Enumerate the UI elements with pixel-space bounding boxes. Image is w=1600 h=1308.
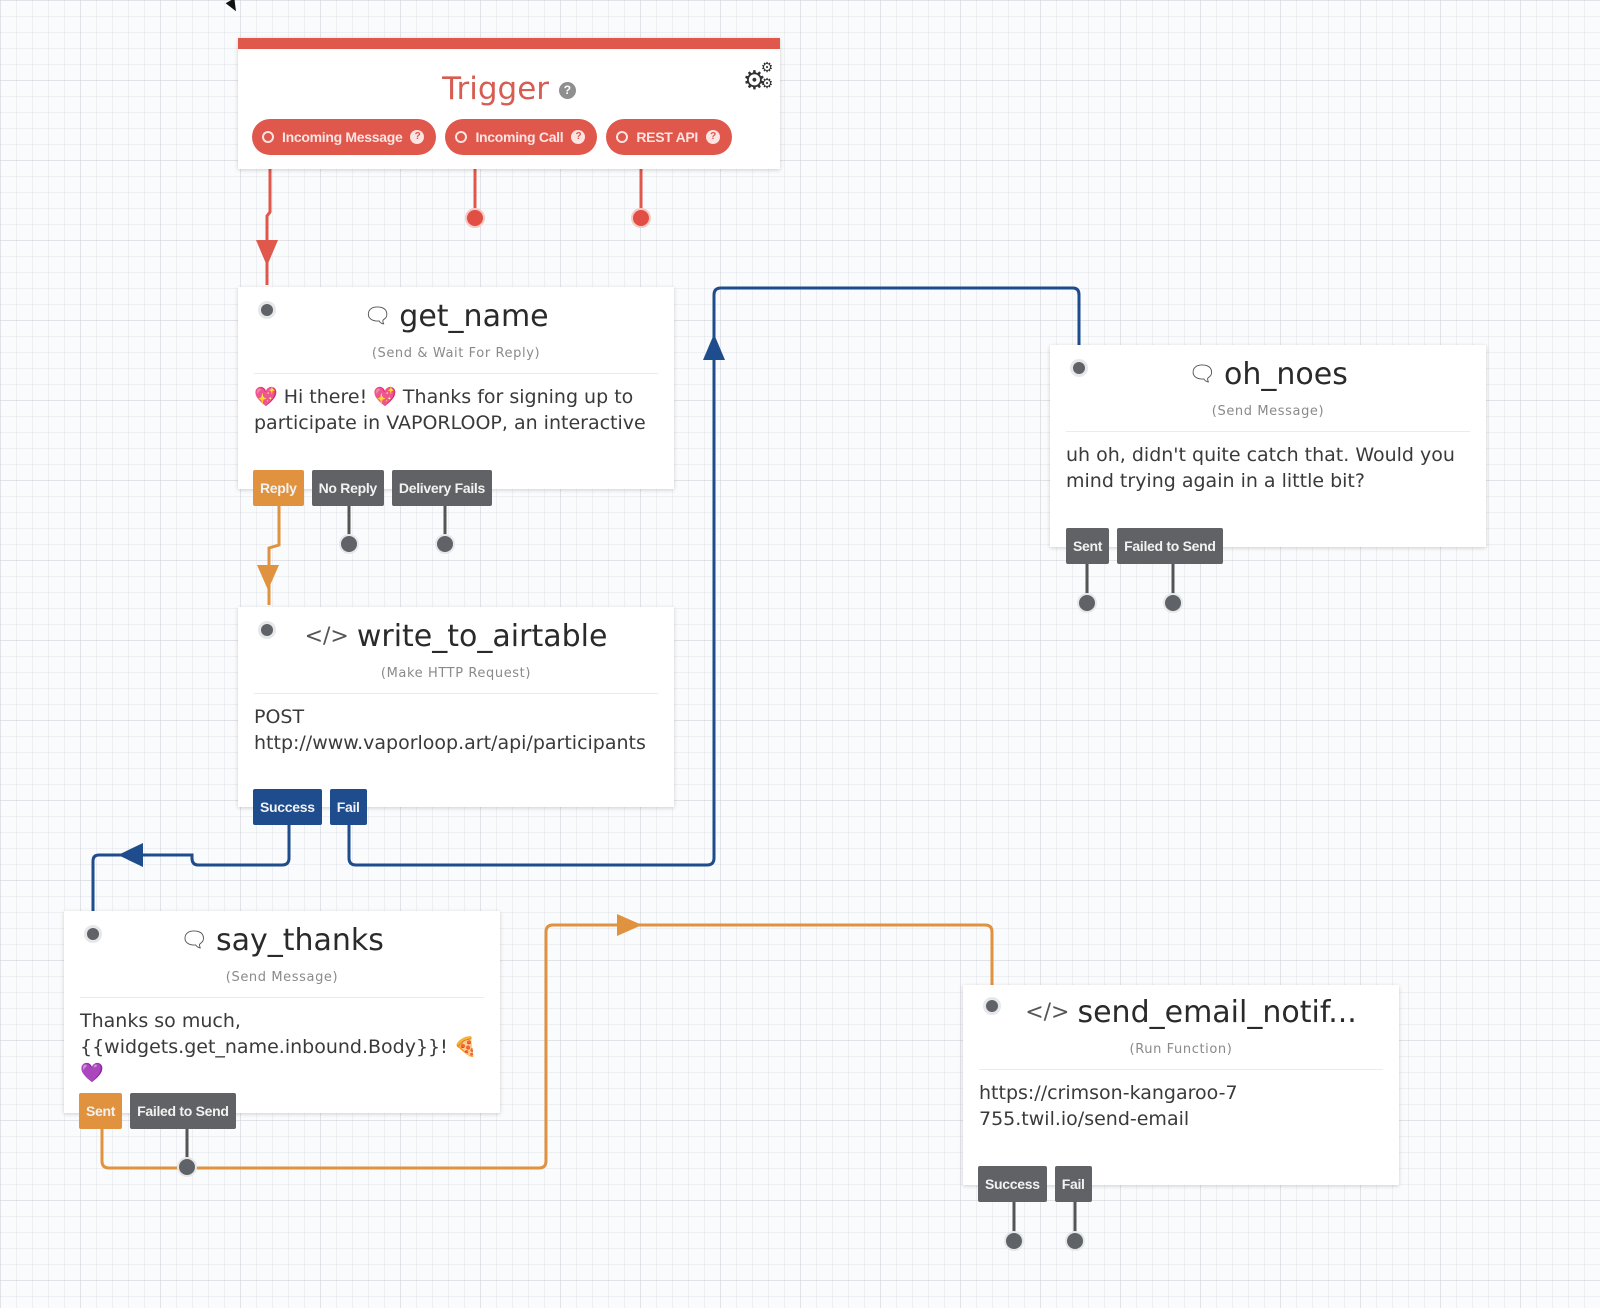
port-endpoint-oh-noes-sent[interactable] bbox=[1077, 593, 1097, 613]
widget-say-thanks[interactable]: 🗨 say_thanks (Send Message) Thanks so mu… bbox=[64, 911, 500, 1113]
widget-name: get_name bbox=[399, 299, 549, 334]
widget-body: 💖 Hi there! 💖 Thanks for signing up to p… bbox=[254, 386, 646, 434]
trigger-pills: Incoming Message ? Incoming Call ? REST … bbox=[252, 119, 733, 155]
divider bbox=[80, 997, 484, 998]
body-line: {{widgets.get_name.inbound.Body}}! 🍕💜 bbox=[80, 1036, 478, 1084]
http-method: POST bbox=[254, 706, 305, 728]
widget-get-name[interactable]: 🗨 get_name (Send & Wait For Reply) 💖 Hi … bbox=[238, 287, 674, 489]
question-circle-icon[interactable]: ? bbox=[410, 130, 425, 144]
oh-noes-ports: Sent Failed to Send bbox=[1066, 528, 1223, 564]
question-circle-icon[interactable]: ? bbox=[706, 130, 721, 144]
trigger-pill-incoming-call[interactable]: Incoming Call ? bbox=[445, 119, 598, 155]
widget-type: (Send Message) bbox=[1211, 404, 1325, 419]
port-sent[interactable]: Sent bbox=[79, 1093, 123, 1129]
widget-send-email-notif[interactable]: </> send_email_notif... (Run Function) h… bbox=[963, 985, 1399, 1185]
input-port[interactable] bbox=[258, 301, 276, 319]
trigger-title: Trigger ? bbox=[238, 71, 780, 107]
widget-body: Thanks so much, {{widgets.get_name.inbou… bbox=[64, 1008, 500, 1086]
radio-ring-icon bbox=[455, 131, 468, 143]
widget-title: 🗨 say_thanks bbox=[64, 911, 500, 958]
http-url: http://www.vaporloop.art/api/participant… bbox=[254, 732, 646, 754]
chat-bubbles-icon: 🗨 bbox=[363, 304, 392, 329]
widget-name: write_to_airtable bbox=[356, 619, 608, 654]
port-endpoint-send-email-success[interactable] bbox=[1004, 1231, 1024, 1251]
widget-type: (Make HTTP Request) bbox=[380, 666, 532, 681]
say-thanks-ports: Sent Failed to Send bbox=[79, 1093, 236, 1129]
port-endpoint-delivery-fails[interactable] bbox=[435, 534, 455, 554]
widget-title: </> send_email_notif... bbox=[963, 985, 1399, 1030]
port-endpoint-incoming-call[interactable] bbox=[465, 208, 485, 228]
input-port[interactable] bbox=[983, 997, 1001, 1015]
widget-body: POST http://www.vaporloop.art/api/partic… bbox=[238, 704, 674, 756]
wire-incoming-message-to-get-name[interactable] bbox=[256, 150, 278, 285]
widget-name: oh_noes bbox=[1224, 357, 1348, 392]
port-endpoint-say-thanks-failed[interactable] bbox=[177, 1157, 197, 1177]
divider bbox=[254, 693, 658, 694]
port-fail[interactable]: Fail bbox=[1054, 1166, 1092, 1202]
write-to-airtable-ports: Success Fail bbox=[253, 789, 367, 825]
gears-icon[interactable]: ⚙ ⚙ ⚙ bbox=[743, 59, 774, 96]
port-fail[interactable]: Fail bbox=[329, 789, 367, 825]
code-icon: </> bbox=[1025, 1000, 1070, 1025]
wire-success-to-say-thanks[interactable] bbox=[91, 825, 291, 918]
input-port[interactable] bbox=[84, 925, 102, 943]
port-endpoint-send-email-fail[interactable] bbox=[1065, 1231, 1085, 1251]
widget-name: say_thanks bbox=[215, 923, 384, 958]
divider bbox=[1066, 431, 1470, 432]
trigger-widget[interactable]: Trigger ? ⚙ ⚙ ⚙ Incoming Message ? Incomin… bbox=[238, 38, 780, 169]
chat-bubbles-icon: 🗨 bbox=[180, 928, 208, 953]
question-circle-icon[interactable]: ? bbox=[571, 130, 586, 144]
get-name-ports: Reply No Reply Delivery Fails bbox=[253, 470, 492, 506]
radio-ring-icon bbox=[262, 131, 274, 143]
trigger-pill-label: Incoming Call bbox=[475, 129, 564, 145]
widget-body: https://crimson-kangaroo-7755.twil.io/se… bbox=[979, 1082, 1238, 1130]
trigger-pill-label: REST API bbox=[636, 129, 699, 145]
port-endpoint-oh-noes-failed[interactable] bbox=[1163, 593, 1183, 613]
trigger-pill-label: Incoming Message bbox=[282, 129, 403, 145]
question-circle-icon[interactable]: ? bbox=[558, 82, 576, 99]
port-success[interactable]: Success bbox=[978, 1166, 1047, 1202]
port-delivery-fails[interactable]: Delivery Fails bbox=[391, 470, 492, 506]
body-line: Thanks so much, bbox=[80, 1010, 241, 1032]
widget-type: (Run Function) bbox=[1129, 1042, 1233, 1057]
send-email-ports: Success Fail bbox=[978, 1166, 1092, 1202]
widget-type: (Send & Wait For Reply) bbox=[371, 346, 541, 361]
divider bbox=[979, 1069, 1383, 1070]
trigger-title-text: Trigger bbox=[442, 71, 550, 107]
port-failed-to-send[interactable]: Failed to Send bbox=[130, 1093, 236, 1129]
port-endpoint-no-reply[interactable] bbox=[339, 534, 359, 554]
widget-write-to-airtable[interactable]: </> write_to_airtable (Make HTTP Request… bbox=[238, 607, 674, 807]
port-sent[interactable]: Sent bbox=[1066, 528, 1110, 564]
port-failed-to-send[interactable]: Failed to Send bbox=[1117, 528, 1223, 564]
port-success[interactable]: Success bbox=[253, 789, 322, 825]
trigger-pill-rest-api[interactable]: REST API ? bbox=[606, 119, 733, 155]
chat-bubbles-icon: 🗨 bbox=[1188, 362, 1217, 387]
code-icon: </> bbox=[304, 624, 349, 649]
port-no-reply[interactable]: No Reply bbox=[311, 470, 384, 506]
input-port[interactable] bbox=[258, 621, 276, 639]
widget-title: 🗨 oh_noes bbox=[1050, 345, 1486, 392]
widget-title: </> write_to_airtable bbox=[238, 607, 674, 654]
divider bbox=[254, 373, 658, 374]
widget-body: uh oh, didn't quite catch that. Would yo… bbox=[1066, 444, 1455, 492]
wire-reply-to-write-to-airtable[interactable] bbox=[257, 505, 281, 605]
input-port[interactable] bbox=[1070, 359, 1088, 377]
trigger-pill-incoming-message[interactable]: Incoming Message ? bbox=[252, 119, 437, 155]
port-reply[interactable]: Reply bbox=[253, 470, 304, 506]
mouse-cursor bbox=[225, 0, 241, 14]
widget-oh-noes[interactable]: 🗨 oh_noes (Send Message) uh oh, didn't q… bbox=[1050, 345, 1486, 547]
widget-name: send_email_notif... bbox=[1077, 995, 1357, 1030]
widget-title: 🗨 get_name bbox=[238, 287, 674, 334]
radio-ring-icon bbox=[616, 131, 629, 143]
port-endpoint-rest-api[interactable] bbox=[631, 208, 651, 228]
widget-type: (Send Message) bbox=[225, 970, 339, 985]
